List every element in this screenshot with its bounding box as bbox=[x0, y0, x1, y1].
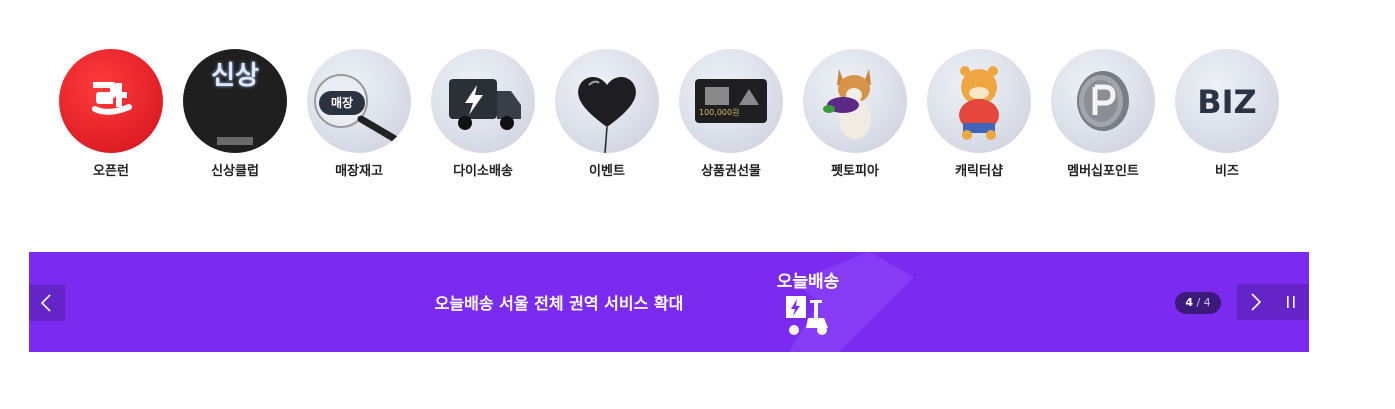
open-run-icon bbox=[59, 49, 163, 153]
biz-text-icon: BIZ bbox=[1175, 49, 1279, 153]
category-shortcut-list: 오픈런 신상 신상클럽 매장 매장재고 다이소배송 이벤트 100,000원 상… bbox=[0, 0, 1395, 200]
chevron-right-icon bbox=[1251, 293, 1262, 311]
chevron-left-icon bbox=[40, 294, 51, 312]
prev-slide-button[interactable] bbox=[29, 285, 65, 321]
pager-total: 4 bbox=[1203, 296, 1211, 309]
image-text: 100,000원 bbox=[699, 108, 740, 117]
category-membership-point[interactable]: 멤버십포인트 bbox=[1051, 49, 1155, 179]
category-label: 상품권선물 bbox=[701, 164, 761, 179]
slide-controls bbox=[1237, 284, 1309, 320]
new-arrivals-club-icon: 신상 bbox=[183, 49, 287, 153]
pause-icon bbox=[1287, 296, 1295, 308]
point-coin-icon bbox=[1051, 49, 1155, 153]
category-label: 비즈 bbox=[1215, 164, 1239, 179]
corgi-dog-icon bbox=[803, 49, 907, 153]
promo-banner[interactable]: 오늘배송 서울 전체 권역 서비스 확대 오늘배송 4 / 4 bbox=[29, 252, 1309, 352]
next-slide-button[interactable] bbox=[1237, 284, 1273, 320]
category-event[interactable]: 이벤트 bbox=[555, 49, 659, 179]
category-open-run[interactable]: 오픈런 bbox=[59, 49, 163, 179]
category-label: 다이소배송 bbox=[453, 164, 513, 179]
pause-button[interactable] bbox=[1273, 284, 1309, 320]
category-label: 오픈런 bbox=[93, 164, 129, 179]
gift-card-icon: 100,000원 bbox=[679, 49, 783, 153]
category-label: 멤버십포인트 bbox=[1067, 164, 1139, 179]
category-daiso-delivery[interactable]: 다이소배송 bbox=[431, 49, 535, 179]
category-store-stock[interactable]: 매장 매장재고 bbox=[307, 49, 411, 179]
heart-balloon-icon bbox=[555, 49, 659, 153]
category-character-shop[interactable]: 캐릭터샵 bbox=[927, 49, 1031, 179]
pager-separator: / bbox=[1192, 296, 1204, 309]
today-delivery-scooter-icon bbox=[786, 296, 828, 335]
delivery-truck-icon bbox=[431, 49, 535, 153]
category-label: 펫토피아 bbox=[831, 164, 879, 179]
banner-headline: 오늘배송 서울 전체 권역 서비스 확대 bbox=[434, 294, 684, 313]
magnifier-store-stock-icon: 매장 bbox=[307, 49, 411, 153]
category-new-club[interactable]: 신상 신상클럽 bbox=[183, 49, 287, 179]
pager-current: 4 bbox=[1185, 296, 1193, 309]
tiger-plush-icon bbox=[927, 49, 1031, 153]
banner-brand-text: 오늘배송 bbox=[776, 272, 840, 292]
image-text: BIZ bbox=[1197, 83, 1257, 121]
category-label: 이벤트 bbox=[589, 164, 625, 179]
slide-pager: 4 / 4 bbox=[1175, 292, 1221, 314]
category-label: 신상클럽 bbox=[211, 164, 259, 179]
category-biz[interactable]: BIZ 비즈 bbox=[1175, 49, 1279, 179]
image-text: 매장 bbox=[330, 96, 354, 110]
category-gift-card[interactable]: 100,000원 상품권선물 bbox=[679, 49, 783, 179]
category-label: 캐릭터샵 bbox=[955, 164, 1003, 179]
category-pettopia[interactable]: 펫토피아 bbox=[803, 49, 907, 179]
category-label: 매장재고 bbox=[335, 164, 383, 179]
